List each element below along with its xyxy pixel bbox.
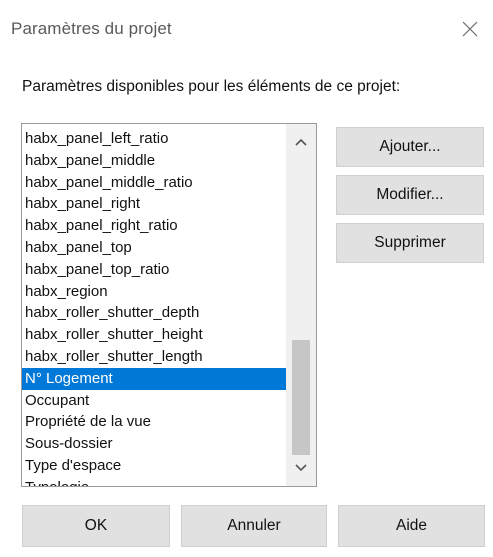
list-item[interactable]: habx_panel_middle (22, 150, 286, 172)
list-item[interactable]: habx_roller_shutter_length (22, 346, 286, 368)
window-title: Paramètres du projet (11, 19, 172, 38)
title-bar: Paramètres du projet (0, 0, 493, 48)
parameters-listbox[interactable]: habx_panel_left_ratio habx_panel_middle … (21, 123, 317, 487)
chevron-down-icon (295, 464, 307, 472)
list-item[interactable]: habx_panel_top (22, 237, 286, 259)
list-item[interactable]: habx_roller_shutter_height (22, 324, 286, 346)
list-item[interactable]: habx_panel_right_ratio (22, 215, 286, 237)
list-item[interactable]: habx_region (22, 281, 286, 303)
list-item[interactable]: Propriété de la vue (22, 411, 286, 433)
list-item[interactable]: habx_panel_middle_ratio (22, 172, 286, 194)
list-item[interactable]: Sous-dossier (22, 433, 286, 455)
list-item[interactable]: habx_roller_shutter_depth (22, 302, 286, 324)
add-button[interactable]: Ajouter... (336, 127, 484, 167)
scroll-thumb[interactable] (292, 340, 310, 455)
list-item[interactable]: Occupant (22, 390, 286, 412)
project-parameters-dialog: Paramètres du projet Paramètres disponib… (0, 0, 493, 557)
chevron-up-icon (295, 138, 307, 146)
help-button[interactable]: Aide (338, 505, 485, 547)
modify-button[interactable]: Modifier... (336, 175, 484, 215)
list-item[interactable]: habx_panel_top_ratio (22, 259, 286, 281)
close-button[interactable] (453, 12, 487, 46)
cancel-button[interactable]: Annuler (181, 505, 327, 547)
available-parameters-label: Paramètres disponibles pour les éléments… (22, 78, 401, 95)
delete-button[interactable]: Supprimer (336, 223, 484, 263)
list-item-selected[interactable]: N° Logement (22, 367, 286, 390)
ok-button[interactable]: OK (22, 505, 170, 547)
scroll-down-button[interactable] (286, 456, 316, 480)
scroll-up-button[interactable] (286, 130, 316, 154)
list-item[interactable]: Typologie (22, 477, 286, 486)
list-item[interactable]: Type d'espace (22, 455, 286, 477)
close-icon (462, 21, 478, 37)
vertical-scrollbar[interactable] (286, 124, 316, 486)
list-item[interactable]: habx_panel_left_ratio (22, 128, 286, 150)
parameters-list: habx_panel_left_ratio habx_panel_middle … (22, 128, 286, 486)
list-item[interactable]: habx_panel_right (22, 193, 286, 215)
